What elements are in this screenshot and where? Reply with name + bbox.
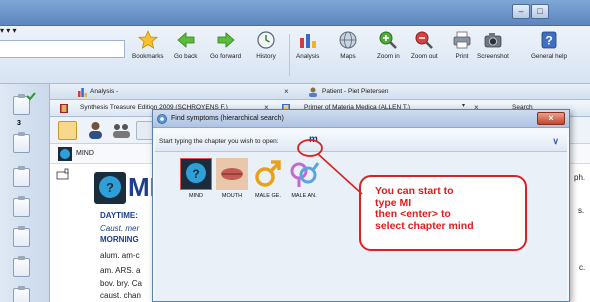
star-icon (137, 30, 158, 49)
book-view-button[interactable] (58, 121, 77, 140)
zoom-out-button[interactable]: Zoom out (411, 30, 438, 60)
maps-dropdown-icon[interactable]: ▾ (6, 26, 10, 35)
help-icon: ? (541, 31, 557, 49)
document-tab-row: Analysis - × Patient - Piet Pietersen (50, 84, 590, 100)
rubric-line[interactable]: DAYTIME: (100, 211, 138, 220)
rubric-line[interactable]: am. ARS. a (100, 266, 140, 275)
search-input[interactable] (0, 40, 125, 58)
chapter-label: MALE AN. (291, 193, 317, 199)
zoom-in-icon (379, 31, 398, 49)
clipboard-2-icon[interactable] (13, 132, 30, 153)
clipboard-5-icon[interactable] (13, 226, 30, 247)
chapter-label: MOUTH (221, 193, 243, 199)
chapter-label: MIND (76, 150, 94, 157)
group-button[interactable] (112, 121, 131, 140)
rubric-line[interactable]: alum. am-c (100, 251, 140, 260)
clipboard-4-icon[interactable] (13, 196, 30, 217)
clipboard-7-icon[interactable] (13, 286, 30, 302)
rubric-fragment: s. (578, 206, 585, 215)
camera-icon (484, 33, 502, 48)
chapter-search-input[interactable]: m (309, 134, 318, 145)
chapter-label: MALE GE. (255, 193, 281, 199)
clipboard-3-icon[interactable] (13, 166, 30, 187)
chapter-label: MIND (188, 193, 204, 199)
clipboard-6-icon[interactable] (13, 256, 30, 277)
dialog-prompt: Start typing the chapter you wish to ope… (159, 138, 279, 145)
minimize-button[interactable]: – (512, 4, 530, 19)
dialog-title: Find symptoms (hierarchical search) (171, 115, 284, 122)
bookmarks-button[interactable]: Bookmarks (132, 30, 164, 60)
svg-text:?: ? (106, 180, 114, 195)
callout-text: You can start to type MI then <enter> to… (375, 185, 474, 232)
screenshot-dropdown-icon[interactable]: ▾ (13, 26, 17, 35)
rubric-fragment: c. (579, 263, 586, 272)
zoom-out-icon (415, 31, 434, 49)
mind-head-icon: ? (94, 172, 126, 204)
tab-patient[interactable]: Patient - Piet Pietersen (322, 88, 388, 95)
ribbon-toolbar: Bookmarks Go back Go forward History Ana… (0, 26, 590, 84)
user-icon (89, 122, 102, 139)
back-arrow-icon (177, 32, 195, 48)
pointer-hand-icon (56, 168, 69, 180)
dialog-close-button[interactable]: × (537, 112, 565, 125)
history-button[interactable]: History (256, 30, 276, 60)
chapter-mind[interactable]: ? MIND (179, 158, 213, 199)
rubric-line[interactable]: bov. bry. Ca (100, 279, 142, 288)
svg-text:?: ? (192, 167, 199, 181)
patient-icon (309, 87, 317, 97)
checkmark-icon (26, 92, 36, 101)
screenshot-button[interactable]: Screenshot (477, 30, 509, 60)
mind-head-icon: ? (180, 158, 212, 190)
analysis-tab-icon (78, 88, 87, 97)
window-titlebar: – □ (0, 0, 590, 26)
toolbar-separator (289, 34, 290, 76)
dialog-titlebar[interactable]: Find symptoms (hierarchical search) × (153, 110, 569, 128)
book-icon (60, 104, 68, 113)
close-analysis-tab-icon[interactable]: × (284, 87, 289, 96)
chapter-mouth[interactable]: MOUTH (215, 158, 249, 199)
bar-chart-icon (299, 34, 316, 48)
analysis-dropdown-icon[interactable]: ▾ (0, 26, 4, 35)
dialog-app-icon (157, 114, 167, 124)
tab-analysis[interactable]: Analysis - (90, 88, 118, 95)
maps-button[interactable]: Maps (338, 30, 358, 60)
collapse-chevron-icon[interactable]: ∨ (552, 136, 559, 147)
mouth-icon (216, 158, 248, 190)
globe-icon (339, 31, 357, 49)
rubric-fragment: ph. (574, 173, 586, 182)
zoom-in-button[interactable]: Zoom in (377, 30, 400, 60)
general-help-button[interactable]: ? General help (531, 30, 567, 60)
maximize-button[interactable]: □ (531, 4, 549, 19)
svg-text:?: ? (545, 34, 552, 48)
chapter-male-anatomy[interactable]: MALE AN. (287, 158, 321, 199)
user-button[interactable] (86, 121, 105, 140)
primer-tab-dropdown-icon[interactable]: ▾ (462, 102, 465, 109)
history-icon (257, 31, 275, 49)
dialog-search-header: Start typing the chapter you wish to ope… (155, 130, 567, 152)
forward-arrow-icon (217, 32, 235, 48)
rubric-line[interactable]: caust. chan (100, 291, 141, 300)
go-forward-button[interactable]: Go forward (210, 30, 241, 60)
clipboard-count-badge: 3 (17, 120, 21, 127)
male-symbol-icon (252, 158, 284, 190)
print-button[interactable]: Print (452, 30, 472, 60)
mind-chapter-icon (58, 147, 72, 161)
rubric-line[interactable]: Caust. mer (100, 224, 139, 233)
go-back-button[interactable]: Go back (174, 30, 197, 60)
analysis-button[interactable]: Analysis (296, 30, 319, 60)
tutorial-callout: You can start to type MI then <enter> to… (359, 175, 527, 251)
gender-symbols-icon (288, 158, 320, 190)
chapter-male-genitalia[interactable]: MALE GE. (251, 158, 285, 199)
rubric-line[interactable]: MORNING (100, 235, 139, 244)
printer-icon (453, 31, 471, 49)
group-icon (113, 124, 130, 138)
